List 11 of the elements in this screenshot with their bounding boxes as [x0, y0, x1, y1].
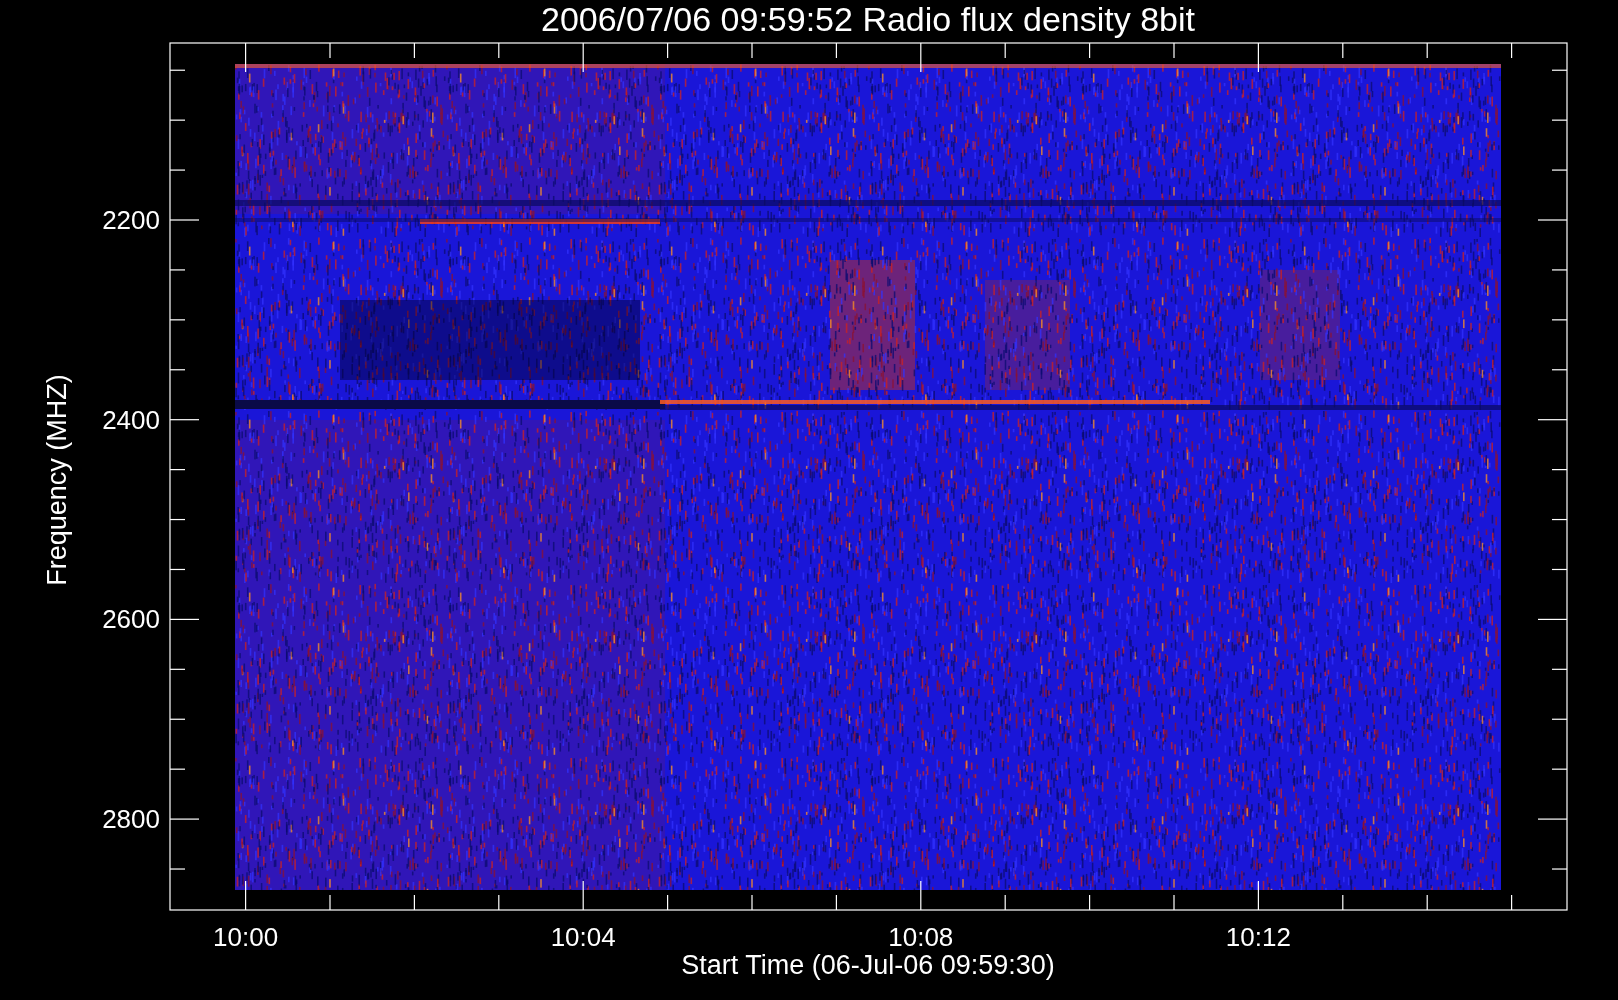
y-tick-label: 2400 — [102, 404, 160, 435]
y-tick-label: 2600 — [102, 604, 160, 635]
x-tick-label: 10:12 — [1225, 922, 1291, 952]
y-axis-label: Frequency (MHZ) — [42, 374, 72, 586]
chart-title: 2006/07/06 09:59:52 Radio flux density 8bit — [541, 0, 1195, 38]
y-tick-label: 2200 — [102, 205, 160, 235]
x-tick-label: 10:00 — [213, 922, 279, 952]
x-tick-label: 10:04 — [550, 922, 616, 952]
x-tick-label: 10:08 — [888, 922, 954, 952]
x-axis-label: Start Time (06-Jul-06 09:59:30) — [681, 950, 1055, 980]
y-tick-label: 2800 — [102, 804, 160, 835]
